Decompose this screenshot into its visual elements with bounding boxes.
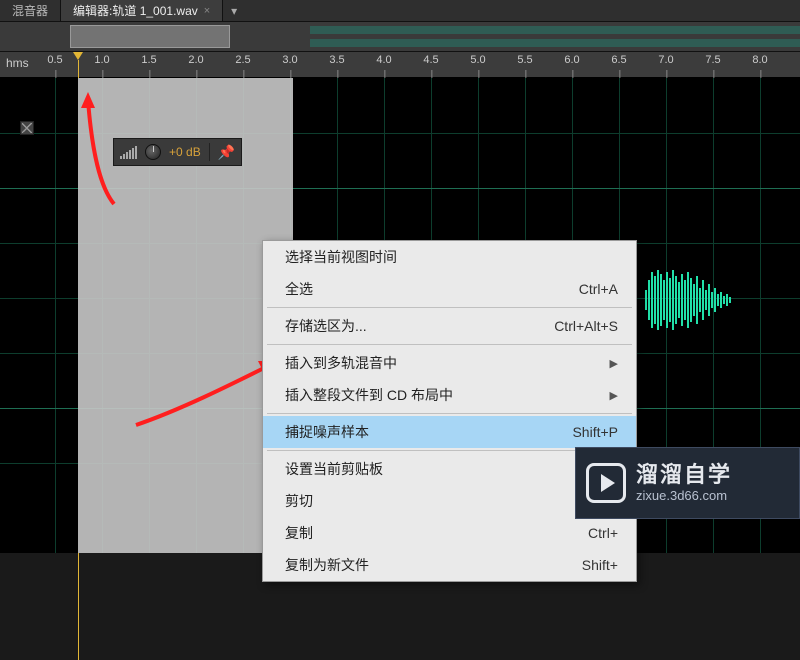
overview-waveform[interactable] bbox=[0, 22, 800, 52]
ruler-tick: 7.0 bbox=[658, 54, 673, 66]
ruler-tick: 2.0 bbox=[188, 54, 203, 66]
menu-save-selection-as[interactable]: 存储选区为... Ctrl+Alt+S bbox=[263, 310, 636, 342]
menu-copy-as-new[interactable]: 复制为新文件 Shift+ bbox=[263, 549, 636, 581]
menu-separator bbox=[267, 413, 632, 414]
menu-label: 剪切 bbox=[285, 491, 313, 511]
menu-label: 插入到多轨混音中 bbox=[285, 353, 397, 373]
menu-separator bbox=[267, 344, 632, 345]
ruler-tick: 5.0 bbox=[470, 54, 485, 66]
ruler-unit: hms bbox=[6, 56, 29, 70]
volume-toolbar: +0 dB 📌 bbox=[113, 138, 242, 166]
menu-label: 设置当前剪贴板 bbox=[285, 459, 383, 479]
tab-mixer[interactable]: 混音器 bbox=[0, 0, 61, 21]
watermark-text: 溜溜自学 zixue.3d66.com bbox=[636, 462, 732, 504]
menu-shortcut: Ctrl+Alt+S bbox=[554, 318, 618, 334]
menu-separator bbox=[267, 307, 632, 308]
ruler-tick: 3.5 bbox=[329, 54, 344, 66]
tab-bar: 混音器 编辑器: 轨道 1_001.wav × ▾ bbox=[0, 0, 800, 22]
ruler-tick: 6.0 bbox=[564, 54, 579, 66]
tab-editor-filename: 轨道 1_001.wav bbox=[112, 2, 197, 19]
separator bbox=[209, 143, 210, 161]
ruler-tick: 6.5 bbox=[611, 54, 626, 66]
pin-icon[interactable]: 📌 bbox=[218, 144, 235, 161]
tab-dropdown[interactable]: ▾ bbox=[223, 0, 245, 21]
menu-label: 存储选区为... bbox=[285, 316, 367, 336]
context-menu: 选择当前视图时间 全选 Ctrl+A 存储选区为... Ctrl+Alt+S 插… bbox=[262, 240, 637, 582]
playhead-marker-icon bbox=[73, 52, 83, 60]
ruler-ticks: 0.5 1.0 1.5 2.0 2.5 3.0 3.5 4.0 4.5 5.0 … bbox=[40, 52, 800, 77]
menu-select-all[interactable]: 全选 Ctrl+A bbox=[263, 273, 636, 305]
ruler-tick: 4.5 bbox=[423, 54, 438, 66]
menu-select-view-time[interactable]: 选择当前视图时间 bbox=[263, 241, 636, 273]
ruler-tick: 7.5 bbox=[705, 54, 720, 66]
tab-editor-prefix: 编辑器: bbox=[73, 2, 112, 19]
menu-insert-multitrack[interactable]: 插入到多轨混音中 ▶ bbox=[263, 347, 636, 379]
ruler-tick: 4.0 bbox=[376, 54, 391, 66]
submenu-arrow-icon: ▶ bbox=[610, 389, 618, 402]
overview-waveform-tail bbox=[310, 22, 800, 51]
ruler-tick: 5.5 bbox=[517, 54, 532, 66]
menu-shortcut: Shift+P bbox=[572, 424, 618, 440]
volume-db-value[interactable]: +0 dB bbox=[169, 145, 201, 159]
menu-label: 复制为新文件 bbox=[285, 555, 369, 575]
menu-label: 插入整段文件到 CD 布局中 bbox=[285, 385, 453, 405]
waveform-burst bbox=[645, 270, 735, 330]
watermark-title: 溜溜自学 bbox=[636, 462, 732, 488]
ruler-tick: 2.5 bbox=[235, 54, 250, 66]
playhead[interactable] bbox=[73, 52, 83, 77]
menu-shortcut: Ctrl+ bbox=[588, 525, 618, 541]
menu-label: 选择当前视图时间 bbox=[285, 247, 397, 267]
menu-insert-cd[interactable]: 插入整段文件到 CD 布局中 ▶ bbox=[263, 379, 636, 411]
ruler-tick: 8.0 bbox=[752, 54, 767, 66]
ruler-tick: 3.0 bbox=[282, 54, 297, 66]
play-logo-icon bbox=[586, 463, 626, 503]
ruler-tick: 0.5 bbox=[47, 54, 62, 66]
submenu-arrow-icon: ▶ bbox=[610, 357, 618, 370]
menu-label: 复制 bbox=[285, 523, 313, 543]
menu-shortcut: Shift+ bbox=[582, 557, 618, 573]
tab-mixer-label: 混音器 bbox=[12, 2, 48, 19]
track-toggle[interactable] bbox=[20, 121, 34, 135]
close-icon[interactable]: × bbox=[204, 5, 210, 17]
level-meter-icon bbox=[120, 145, 137, 159]
overview-selection[interactable] bbox=[70, 25, 230, 48]
ruler-tick: 1.5 bbox=[141, 54, 156, 66]
grid-line bbox=[55, 78, 56, 553]
menu-shortcut: Ctrl+A bbox=[579, 281, 618, 297]
menu-capture-noise-sample[interactable]: 捕捉噪声样本 Shift+P bbox=[263, 416, 636, 448]
time-ruler[interactable]: hms 0.5 1.0 1.5 2.0 2.5 3.0 3.5 4.0 4.5 … bbox=[0, 52, 800, 78]
menu-label: 全选 bbox=[285, 279, 313, 299]
menu-copy[interactable]: 复制 Ctrl+ bbox=[263, 517, 636, 549]
tab-editor[interactable]: 编辑器: 轨道 1_001.wav × bbox=[61, 0, 223, 21]
volume-knob[interactable] bbox=[145, 144, 161, 160]
watermark-url: zixue.3d66.com bbox=[636, 488, 732, 504]
ruler-tick: 1.0 bbox=[94, 54, 109, 66]
watermark: 溜溜自学 zixue.3d66.com bbox=[575, 447, 800, 519]
menu-label: 捕捉噪声样本 bbox=[285, 422, 369, 442]
